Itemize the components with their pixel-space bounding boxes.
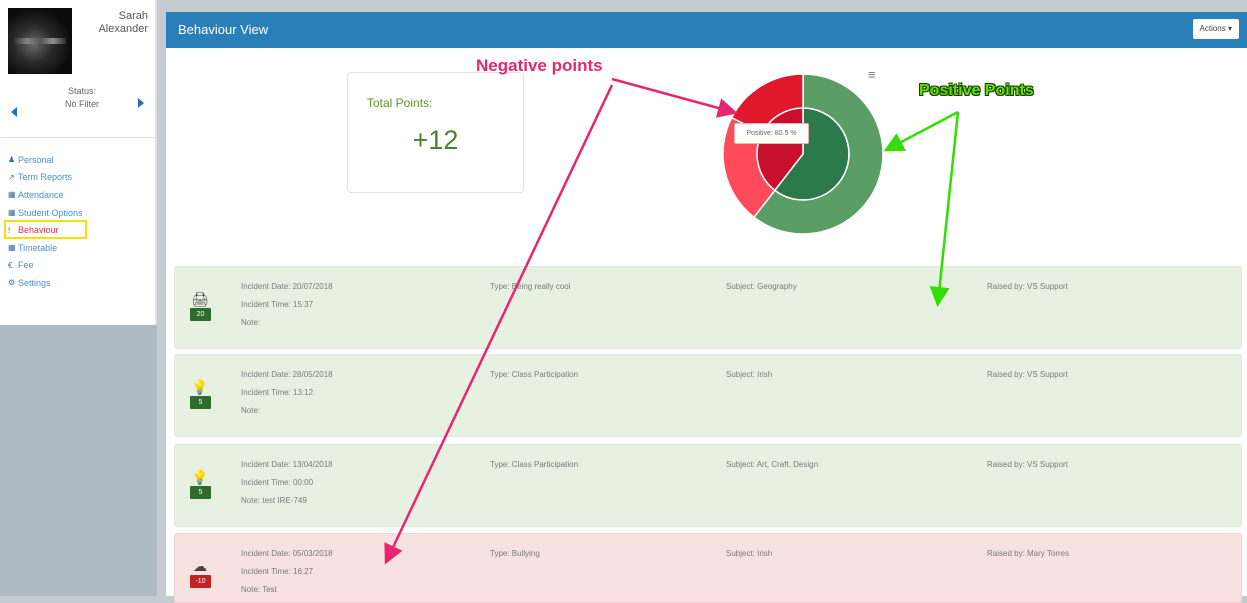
incident-subject: Subject: Irish xyxy=(726,549,773,558)
student-name: Sarah Alexander xyxy=(76,10,148,36)
incident-raised-by: Raised by: VS Support xyxy=(987,370,1068,379)
sidebar-item-label: Personal xyxy=(18,154,54,165)
sidebar-item-label: Term Reports xyxy=(18,172,73,183)
incident-date: Incident Date: 13/04/2018 xyxy=(241,460,333,469)
sidebar-item-label: Timetable xyxy=(18,242,58,253)
incident-time: Incident Time: 13:12 xyxy=(241,388,314,397)
incident-date: Incident Date: 05/03/2018 xyxy=(241,549,333,558)
person-icon: ♟ xyxy=(8,155,16,165)
sidebar-item-fee[interactable]: € Fee xyxy=(8,257,83,275)
incident-time: Incident Time: 00:00 xyxy=(241,478,314,487)
lightbulb-icon: 💡 xyxy=(191,469,209,485)
avatar xyxy=(8,8,72,74)
points-donut-chart xyxy=(722,73,884,235)
incident-type: Type: Bullying xyxy=(490,549,540,558)
incident-raised-by: Raised by: VS Support xyxy=(987,460,1068,469)
incident-row[interactable]: ☁ -10 Incident Date: 05/03/2018 Incident Ti… xyxy=(174,533,1242,603)
incident-raised-by: Raised by: Mary Torres xyxy=(987,549,1070,558)
incident-subject: Subject: Irish xyxy=(726,370,773,379)
student-first-name: Sarah xyxy=(118,10,148,22)
euro-icon: € xyxy=(8,260,13,270)
sidebar-item-label: Fee xyxy=(18,260,34,271)
status-label: Status: xyxy=(67,86,96,96)
points-badge: 20 xyxy=(190,308,211,321)
actions-dropdown-button[interactable]: Actions ▾ xyxy=(1192,19,1239,39)
incident-raised-by: Raised by: VS Support xyxy=(987,282,1068,291)
incident-type: Type: Class Participation xyxy=(490,370,579,379)
incident-row[interactable]: 🖨 20 Incident Date: 20/07/2018 Incident Tim… xyxy=(174,266,1242,349)
sidebar-item-label: Attendance xyxy=(18,189,64,200)
sidebar-item-attendance[interactable]: ▦ Attendance xyxy=(8,186,83,204)
points-badge: -10 xyxy=(190,575,211,588)
status-filter-value: No Filter xyxy=(64,99,99,109)
lightbulb-icon: 💡 xyxy=(191,379,209,395)
total-points-value: +12 xyxy=(412,125,459,155)
total-points-label: Total Points: xyxy=(367,96,433,110)
divider xyxy=(0,137,155,138)
incident-date: Incident Date: 28/05/2018 xyxy=(241,370,333,379)
points-badge: 5 xyxy=(190,396,211,409)
chart-tooltip: Positive: 80.5 % xyxy=(734,123,809,144)
incident-time: Incident Time: 16:27 xyxy=(241,567,314,576)
storm-cloud-icon: ☁ xyxy=(193,558,207,574)
chart-icon: ↗ xyxy=(8,172,15,182)
incident-note: Note: xyxy=(241,318,261,327)
sidebar: Sarah Alexander Status: No Filter ♟ Perso… xyxy=(0,0,157,596)
behaviour-highlight-box xyxy=(4,220,87,239)
incident-row[interactable]: 💡 5 Incident Date: 13/04/2018 Incident Time… xyxy=(174,444,1242,527)
calendar-icon: ▦ xyxy=(8,190,16,200)
page-title: Behaviour View xyxy=(178,22,269,37)
printer-icon: 🖨 xyxy=(191,291,209,307)
sidebar-item-timetable[interactable]: ▦ Timetable xyxy=(8,239,83,257)
sidebar-item-student-options[interactable]: ▦ Student Options xyxy=(8,204,83,222)
annotation-negative-points: Negative points xyxy=(476,56,603,75)
annotation-positive-points: Positive Points xyxy=(919,82,1034,99)
calendar-icon: ▦ xyxy=(8,243,16,253)
incident-row[interactable]: 💡 5 Incident Date: 28/05/2018 Incident Time… xyxy=(174,354,1242,437)
sidebar-item-term-reports[interactable]: ↗ Term Reports xyxy=(8,169,83,187)
incident-date: Incident Date: 20/07/2018 xyxy=(241,282,333,291)
sidebar-item-label: Student Options xyxy=(18,207,83,218)
incident-subject: Subject: Geography xyxy=(726,282,797,291)
status-next-arrow-icon[interactable] xyxy=(138,98,144,108)
incident-type: Type: Being really cool xyxy=(490,282,571,291)
student-panel: Sarah Alexander Status: No Filter ♟ Perso… xyxy=(0,0,157,325)
status-prev-arrow-icon[interactable] xyxy=(11,107,17,117)
gears-icon: ⚙ xyxy=(8,278,16,288)
incident-type: Type: Class Participation xyxy=(490,460,579,469)
sidebar-item-label: Settings xyxy=(18,277,51,288)
incident-note: Note: xyxy=(241,406,261,415)
calendar-icon: ▦ xyxy=(8,208,16,218)
student-last-name: Alexander xyxy=(98,23,148,35)
sidebar-item-personal[interactable]: ♟ Personal xyxy=(8,151,83,169)
incident-time: Incident Time: 15:37 xyxy=(241,300,314,309)
sidebar-item-settings[interactable]: ⚙ Settings xyxy=(8,274,83,292)
total-points-card: Total Points: +12 xyxy=(347,72,524,193)
incident-note: Note: test IRE-749 xyxy=(241,496,307,505)
page-header: Behaviour View Actions ▾ xyxy=(166,12,1247,48)
incident-note: Note: Test xyxy=(241,585,277,594)
points-badge: 5 xyxy=(190,486,211,499)
incident-subject: Subject: Art, Craft, Design xyxy=(726,460,819,469)
